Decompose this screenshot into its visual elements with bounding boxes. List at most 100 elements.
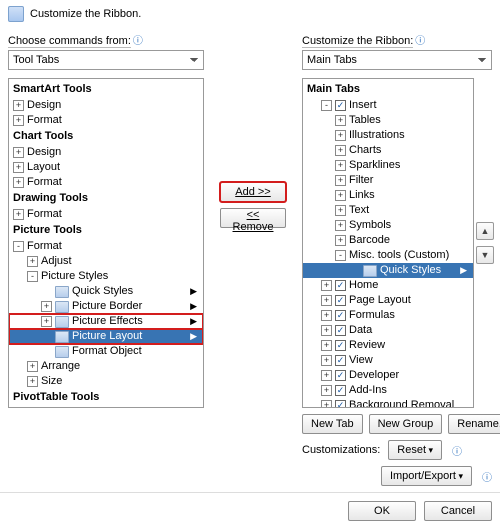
add-button[interactable]: Add >> bbox=[220, 182, 286, 202]
tree-node[interactable]: +Illustrations bbox=[303, 128, 473, 143]
new-tab-button[interactable]: New Tab bbox=[302, 414, 363, 434]
expander-icon[interactable]: + bbox=[335, 175, 346, 186]
tree-node[interactable]: +Design bbox=[9, 98, 203, 113]
tree-node[interactable]: +✓Data bbox=[303, 323, 473, 338]
checkbox[interactable]: ✓ bbox=[335, 355, 346, 366]
tree-node[interactable]: +✓Formulas bbox=[303, 308, 473, 323]
tree-node[interactable]: +✓Background Removal bbox=[303, 398, 473, 408]
checkbox[interactable]: ✓ bbox=[335, 370, 346, 381]
tree-node[interactable]: +✓Page Layout bbox=[303, 293, 473, 308]
expander-icon[interactable]: + bbox=[27, 256, 38, 267]
ok-button[interactable]: OK bbox=[348, 501, 416, 521]
checkbox[interactable]: ✓ bbox=[335, 400, 346, 408]
info-icon[interactable]: ⓘ bbox=[482, 469, 492, 484]
expander-icon[interactable]: + bbox=[13, 100, 24, 111]
cancel-button[interactable]: Cancel bbox=[424, 501, 492, 521]
expander-icon[interactable]: + bbox=[27, 376, 38, 387]
tree-group-header[interactable]: Picture Tools bbox=[9, 222, 203, 239]
tree-node[interactable]: +Arrange bbox=[9, 359, 203, 374]
expander-icon[interactable]: + bbox=[335, 220, 346, 231]
expander-icon[interactable]: + bbox=[13, 177, 24, 188]
expander-icon[interactable]: + bbox=[321, 400, 332, 408]
expander-icon[interactable]: + bbox=[335, 145, 346, 156]
new-group-button[interactable]: New Group bbox=[369, 414, 443, 434]
tree-node[interactable]: +Format bbox=[9, 207, 203, 222]
expander-icon[interactable]: + bbox=[321, 385, 332, 396]
tree-node[interactable]: +Charts bbox=[303, 143, 473, 158]
info-icon[interactable]: ⓘ bbox=[133, 36, 143, 47]
expander-icon[interactable]: + bbox=[321, 295, 332, 306]
tree-node[interactable]: -Misc. tools (Custom) bbox=[303, 248, 473, 263]
tree-node[interactable]: -✓Insert bbox=[303, 98, 473, 113]
tree-group-header[interactable]: PivotTable Tools bbox=[9, 389, 203, 406]
tree-node[interactable]: Quick Styles▶ bbox=[9, 284, 203, 299]
ribbon-tree[interactable]: Main Tabs-✓Insert+Tables+Illustrations+C… bbox=[302, 78, 474, 408]
expander-icon[interactable]: + bbox=[335, 160, 346, 171]
tree-node[interactable]: +Symbols bbox=[303, 218, 473, 233]
expander-icon[interactable]: + bbox=[13, 147, 24, 158]
tree-node[interactable]: +Picture Effects▶ bbox=[9, 314, 203, 329]
tree-node[interactable]: -Picture Styles bbox=[9, 269, 203, 284]
tree-node[interactable]: +✓Add-Ins bbox=[303, 383, 473, 398]
move-up-button[interactable]: ▲ bbox=[476, 222, 494, 240]
tree-group-header[interactable]: SmartArt Tools bbox=[9, 81, 203, 98]
checkbox[interactable]: ✓ bbox=[335, 295, 346, 306]
rename-button[interactable]: Rename... bbox=[448, 414, 500, 434]
expander-icon[interactable]: + bbox=[27, 361, 38, 372]
tree-node[interactable]: +Tables bbox=[303, 113, 473, 128]
info-icon[interactable]: ⓘ bbox=[452, 443, 462, 458]
tree-node[interactable]: +Design bbox=[9, 145, 203, 160]
expander-icon[interactable]: + bbox=[335, 115, 346, 126]
tree-node[interactable]: +Sparklines bbox=[303, 158, 473, 173]
expander-icon[interactable]: + bbox=[335, 235, 346, 246]
tree-node[interactable]: -Format bbox=[9, 239, 203, 254]
tree-node[interactable]: +Layout bbox=[9, 160, 203, 175]
expander-icon[interactable]: + bbox=[13, 209, 24, 220]
customize-ribbon-dropdown[interactable]: Main Tabs bbox=[302, 50, 492, 70]
expander-icon[interactable]: + bbox=[321, 310, 332, 321]
tree-node[interactable]: +Format bbox=[9, 175, 203, 190]
tree-node[interactable]: +Format bbox=[9, 113, 203, 128]
expander-icon[interactable]: - bbox=[335, 250, 346, 261]
tree-node[interactable]: +Adjust bbox=[9, 254, 203, 269]
tree-node[interactable]: +Filter bbox=[303, 173, 473, 188]
import-export-button[interactable]: Import/Export bbox=[381, 466, 472, 486]
move-down-button[interactable]: ▼ bbox=[476, 246, 494, 264]
tree-node[interactable]: +Picture Border▶ bbox=[9, 299, 203, 314]
expander-icon[interactable]: + bbox=[321, 340, 332, 351]
info-icon[interactable]: ⓘ bbox=[415, 36, 425, 47]
checkbox[interactable]: ✓ bbox=[335, 280, 346, 291]
tree-node[interactable]: +Barcode bbox=[303, 233, 473, 248]
tree-node[interactable]: +Links bbox=[303, 188, 473, 203]
expander-icon[interactable]: + bbox=[321, 280, 332, 291]
checkbox[interactable]: ✓ bbox=[335, 310, 346, 321]
tree-node[interactable]: +✓Home bbox=[303, 278, 473, 293]
expander-icon[interactable]: + bbox=[321, 355, 332, 366]
tree-node[interactable]: Picture Layout▶ bbox=[9, 329, 203, 344]
tree-node[interactable]: +✓Developer bbox=[303, 368, 473, 383]
expander-icon[interactable]: + bbox=[335, 190, 346, 201]
expander-icon[interactable]: + bbox=[335, 130, 346, 141]
expander-icon[interactable]: + bbox=[41, 301, 52, 312]
tree-node[interactable]: +Options bbox=[9, 406, 203, 408]
expander-icon[interactable]: + bbox=[13, 115, 24, 126]
tree-node[interactable]: Format Object bbox=[9, 344, 203, 359]
expander-icon[interactable]: + bbox=[321, 370, 332, 381]
reset-button[interactable]: Reset bbox=[388, 440, 442, 460]
tree-group-header[interactable]: Chart Tools bbox=[9, 128, 203, 145]
expander-icon[interactable]: - bbox=[27, 271, 38, 282]
tree-node[interactable]: +Size bbox=[9, 374, 203, 389]
choose-commands-dropdown[interactable]: Tool Tabs bbox=[8, 50, 204, 70]
expander-icon[interactable]: - bbox=[13, 241, 24, 252]
checkbox[interactable]: ✓ bbox=[335, 385, 346, 396]
checkbox[interactable]: ✓ bbox=[335, 340, 346, 351]
tree-node[interactable]: +Text bbox=[303, 203, 473, 218]
tree-group-header[interactable]: Drawing Tools bbox=[9, 190, 203, 207]
expander-icon[interactable]: + bbox=[335, 205, 346, 216]
expander-icon[interactable]: + bbox=[321, 325, 332, 336]
tree-node[interactable]: +✓Review bbox=[303, 338, 473, 353]
commands-tree[interactable]: SmartArt Tools+Design+FormatChart Tools+… bbox=[8, 78, 204, 408]
expander-icon[interactable]: - bbox=[321, 100, 332, 111]
tree-root[interactable]: Main Tabs bbox=[303, 81, 473, 98]
checkbox[interactable]: ✓ bbox=[335, 325, 346, 336]
